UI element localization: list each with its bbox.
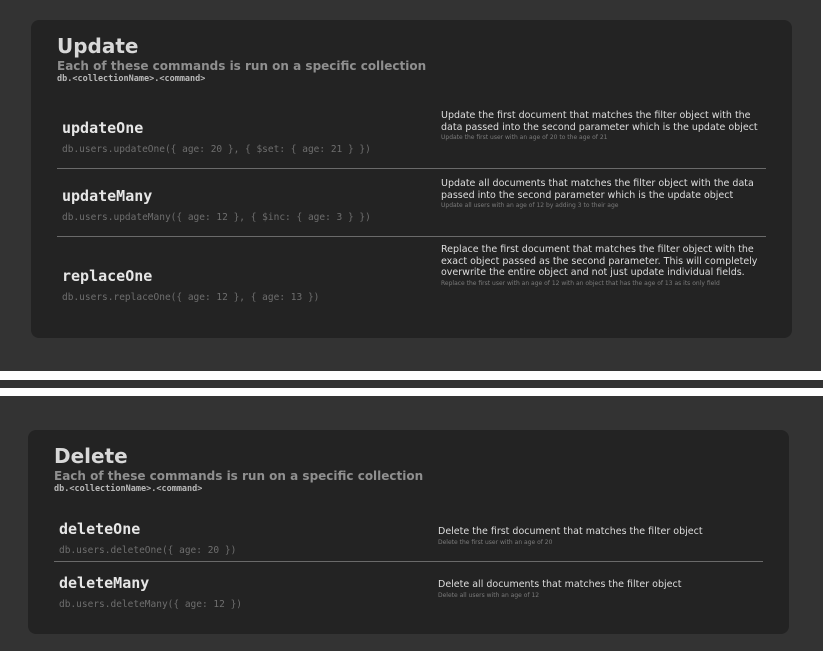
command-details: Delete all documents that matches the fi… [438, 579, 763, 599]
command-details: Delete the first document that matches t… [438, 526, 763, 546]
command-description: Replace the first document that matches … [441, 244, 758, 278]
command-note: Delete the first user with an age of 20 [438, 538, 553, 546]
command-name: deleteMany [59, 574, 150, 592]
command-description: Update the first document that matches t… [441, 110, 758, 133]
command-list: updateOne db.users.updateOne({ age: 20 }… [57, 107, 766, 329]
command-name: updateMany [62, 187, 153, 205]
command-row-updateone: updateOne db.users.updateOne({ age: 20 }… [57, 107, 766, 169]
command-info: replaceOne db.users.replaceOne({ age: 12… [62, 267, 319, 305]
command-description: Update all documents that matches the fi… [441, 178, 754, 201]
update-panel: Update Each of these commands is run on … [0, 0, 823, 371]
command-name: updateOne [62, 119, 144, 137]
delete-panel: Delete Each of these commands is run on … [0, 396, 823, 651]
command-description: Delete the first document that matches t… [438, 526, 703, 537]
command-example: db.users.deleteMany({ age: 12 }) [59, 599, 243, 610]
update-card: Update Each of these commands is run on … [31, 20, 792, 338]
command-note: Update all users with an age of 12 by ad… [441, 202, 619, 209]
command-example: db.users.updateOne({ age: 20 }, { $set: … [62, 144, 371, 155]
section-path: db.<collectionName>.<command> [54, 484, 203, 494]
command-note: Replace the first user with an age of 12… [441, 279, 720, 287]
command-example: db.users.updateMany({ age: 12 }, { $inc:… [62, 212, 371, 223]
section-title: Update [57, 34, 139, 58]
panel-divider [0, 380, 823, 388]
command-info: deleteMany db.users.deleteMany({ age: 12… [59, 574, 242, 612]
command-row-updatemany: updateMany db.users.updateMany({ age: 12… [57, 169, 766, 237]
command-name: deleteOne [59, 520, 141, 538]
command-info: updateOne db.users.updateOne({ age: 20 }… [62, 119, 371, 157]
command-details: Update the first document that matches t… [441, 110, 766, 142]
command-note: Update the first user with an age of 20 … [441, 134, 608, 141]
command-details: Update all documents that matches the fi… [441, 178, 766, 210]
command-example: db.users.deleteOne({ age: 20 }) [59, 545, 237, 556]
command-row-deleteone: deleteOne db.users.deleteOne({ age: 20 }… [54, 517, 763, 562]
section-path: db.<collectionName>.<command> [57, 74, 206, 84]
delete-card: Delete Each of these commands is run on … [28, 430, 789, 634]
section-title: Delete [54, 444, 128, 468]
command-list: deleteOne db.users.deleteOne({ age: 20 }… [54, 517, 763, 612]
command-info: deleteOne db.users.deleteOne({ age: 20 }… [59, 520, 236, 558]
command-description: Delete all documents that matches the fi… [438, 579, 682, 590]
command-details: Replace the first document that matches … [441, 244, 766, 287]
command-example: db.users.replaceOne({ age: 12 }, { age: … [62, 292, 320, 303]
command-row-deletemany: deleteMany db.users.deleteMany({ age: 12… [54, 562, 763, 612]
section-subtitle: Each of these commands is run on a speci… [57, 59, 427, 73]
command-note: Delete all users with an age of 12 [438, 591, 540, 599]
section-subtitle: Each of these commands is run on a speci… [54, 469, 424, 483]
command-info: updateMany db.users.updateMany({ age: 12… [62, 187, 371, 225]
command-row-replaceone: replaceOne db.users.replaceOne({ age: 12… [57, 237, 766, 329]
command-name: replaceOne [62, 267, 153, 285]
